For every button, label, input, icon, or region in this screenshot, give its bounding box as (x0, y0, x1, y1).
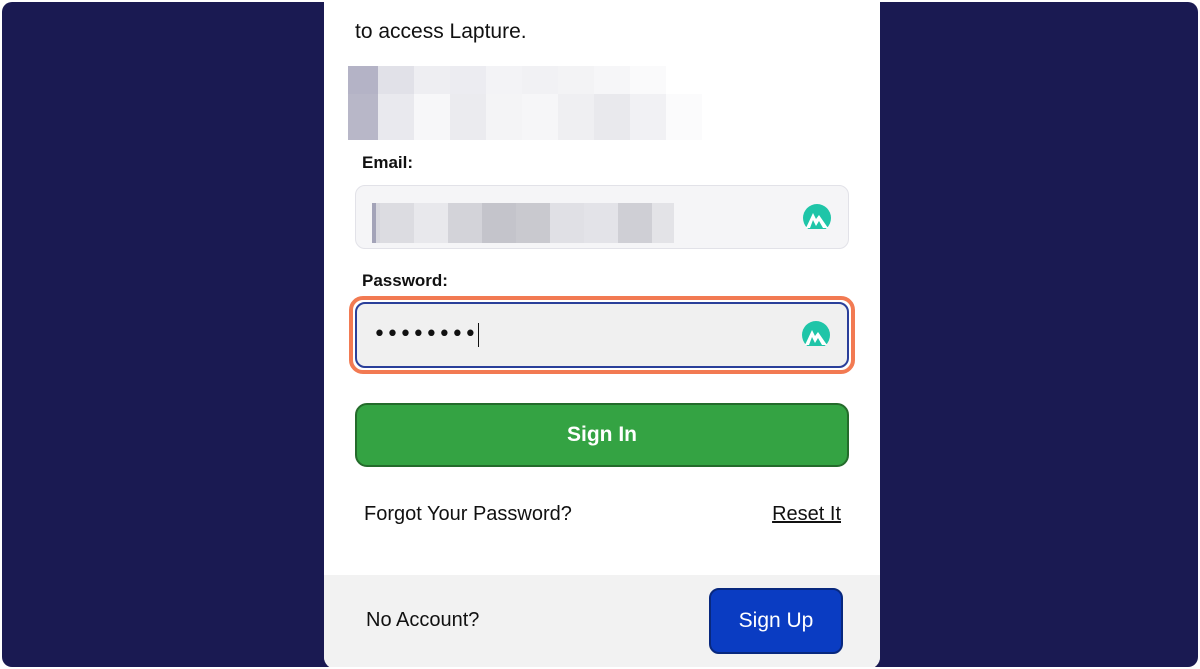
text-caret (477, 323, 479, 347)
sign-up-button[interactable]: Sign Up (709, 588, 843, 654)
password-value: •••••••• (373, 322, 479, 347)
heading-cutoff (358, 2, 560, 8)
email-label: Email: (362, 153, 414, 172)
nordpass-icon[interactable] (802, 203, 832, 233)
redacted-user-avatar (348, 66, 708, 140)
email-field[interactable] (355, 185, 849, 249)
app-background: to access Lapture. Email: Password: ••••… (2, 2, 1198, 667)
login-card: to access Lapture. Email: Password: ••••… (324, 2, 880, 667)
no-account-text: No Account? (366, 609, 480, 631)
subtitle: to access Lapture. (355, 20, 527, 43)
password-field[interactable]: •••••••• (355, 302, 849, 368)
password-focus-highlight: •••••••• (349, 296, 855, 374)
nordpass-icon[interactable] (801, 320, 831, 350)
signup-footer: No Account? Sign Up (324, 575, 880, 667)
password-label: Password: (362, 271, 448, 290)
redacted-email-value (372, 203, 674, 243)
sign-in-button[interactable]: Sign In (355, 403, 849, 467)
forgot-password-text: Forgot Your Password? (364, 503, 572, 525)
reset-password-link[interactable]: Reset It (772, 503, 841, 526)
